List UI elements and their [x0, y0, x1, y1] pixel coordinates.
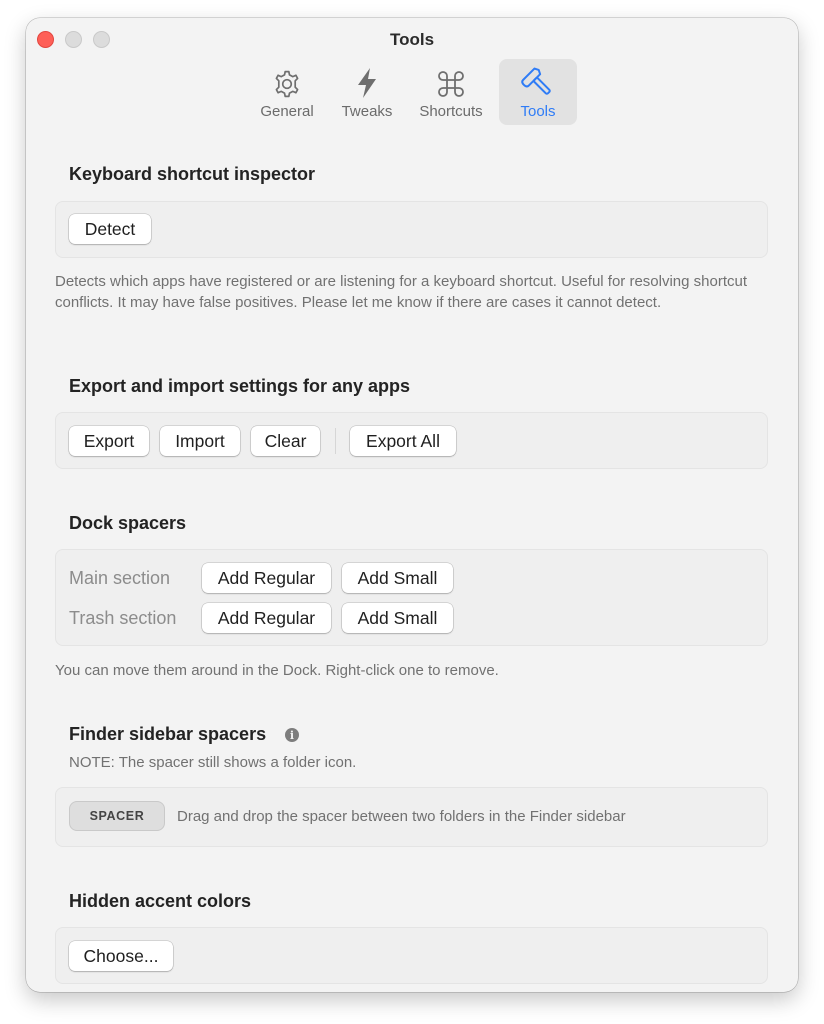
lightning-bolt-icon — [355, 59, 379, 99]
dock-spacers-description: You can move them around in the Dock. Ri… — [55, 662, 499, 679]
main-add-small-button[interactable]: Add Small — [342, 563, 453, 593]
hammer-icon — [521, 59, 555, 99]
export-import-title: Export and import settings for any apps — [69, 376, 411, 396]
choose-accent-button[interactable]: Choose... — [69, 941, 173, 971]
toolbar-tabs: General Tweaks Shortcuts Tools — [26, 59, 798, 125]
finder-spacers-title: Finder sidebar spacers — [69, 724, 267, 744]
window-title: Tools — [389, 30, 435, 49]
clear-button[interactable]: Clear — [251, 426, 320, 456]
export-all-button[interactable]: Export All — [350, 426, 456, 456]
tab-shortcuts-label: Shortcuts — [419, 103, 483, 120]
keyboard-inspector-description: Detects which apps have registered or ar… — [55, 273, 748, 311]
accent-colors-title: Hidden accent colors — [69, 891, 252, 911]
detect-button[interactable]: Detect — [69, 214, 151, 244]
trash-section-label: Trash section — [69, 608, 177, 628]
dock-spacers-title: Dock spacers — [69, 513, 187, 533]
tab-tools[interactable]: Tools — [499, 59, 577, 125]
finder-spacers-box: SPACER Drag and drop the spacer between … — [55, 787, 768, 847]
command-key-icon — [436, 59, 466, 99]
keyboard-inspector-box: Detect — [55, 201, 768, 258]
spacer-instruction: Drag and drop the spacer between two fol… — [177, 808, 626, 825]
info-icon[interactable]: i — [285, 728, 299, 742]
trash-add-regular-button[interactable]: Add Regular — [202, 603, 331, 633]
import-button[interactable]: Import — [160, 426, 240, 456]
keyboard-inspector-title: Keyboard shortcut inspector — [69, 164, 316, 184]
finder-spacers-note: NOTE: The spacer still shows a folder ic… — [69, 754, 357, 771]
export-import-box: Export Import Clear Export All — [55, 412, 768, 469]
accent-colors-box: Choose... — [55, 927, 768, 984]
tab-shortcuts[interactable]: Shortcuts — [411, 59, 491, 125]
button-group-divider — [335, 428, 336, 454]
dock-spacers-box: Main section Add Regular Add Small Trash… — [55, 549, 768, 646]
tab-general[interactable]: General — [252, 59, 322, 125]
tab-general-label: General — [260, 103, 314, 120]
trash-add-small-button[interactable]: Add Small — [342, 603, 453, 633]
tab-tweaks[interactable]: Tweaks — [332, 59, 402, 125]
settings-window: Tools General Tweaks Shortcuts Tools Key… — [26, 18, 798, 992]
export-button[interactable]: Export — [69, 426, 149, 456]
tab-tools-label: Tools — [520, 103, 556, 120]
tab-tweaks-label: Tweaks — [341, 103, 393, 120]
gear-icon — [272, 59, 302, 99]
spacer-drag-item[interactable]: SPACER — [69, 801, 165, 831]
main-section-label: Main section — [69, 568, 171, 588]
main-add-regular-button[interactable]: Add Regular — [202, 563, 331, 593]
